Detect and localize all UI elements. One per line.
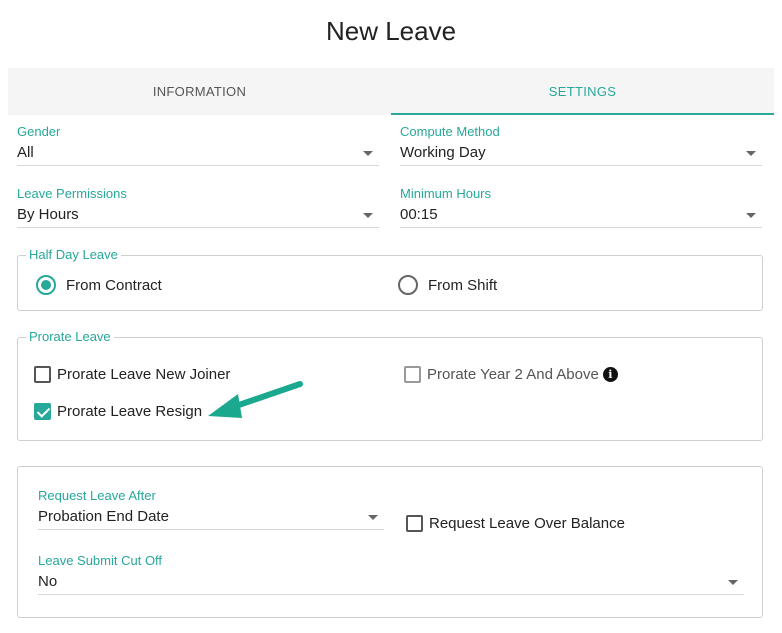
prorate-leave-legend: Prorate Leave	[26, 329, 114, 344]
prorate-resign-label: Prorate Leave Resign	[57, 403, 203, 420]
chevron-down-icon	[746, 151, 756, 156]
radio-from-contract[interactable]: From Contract	[36, 275, 162, 295]
gender-value: All	[17, 144, 34, 161]
checkbox-unchecked-icon[interactable]	[404, 366, 421, 383]
radio-from-contract-label: From Contract	[66, 276, 162, 294]
radio-unselected-icon[interactable]	[398, 275, 418, 295]
leave-permissions-field: Leave Permissions By Hours	[17, 186, 379, 228]
radio-selected-icon[interactable]	[36, 275, 56, 295]
minimum-hours-field: Minimum Hours 00:15	[400, 186, 762, 228]
info-icon[interactable]: i	[602, 367, 618, 382]
leave-submit-cut-off-value: No	[38, 573, 58, 590]
half-day-leave-group: Half Day Leave From Contract From Shift	[17, 247, 763, 311]
checkbox-unchecked-icon[interactable]	[406, 515, 423, 532]
chevron-down-icon	[728, 580, 738, 585]
minimum-hours-label: Minimum Hours	[400, 186, 492, 201]
leave-permissions-label: Leave Permissions	[17, 186, 127, 201]
tab-settings[interactable]: SETTINGS	[391, 68, 774, 115]
leave-submit-cut-off-field: Leave Submit Cut Off No	[38, 553, 744, 595]
gender-label: Gender	[17, 124, 61, 139]
request-leave-after-field: Request Leave After Probation End Date	[38, 488, 384, 530]
page-title: New Leave	[325, 16, 457, 46]
chevron-down-icon	[368, 515, 378, 520]
leave-submit-cut-off-select[interactable]: No	[38, 569, 744, 595]
prorate-leave-group: Prorate Leave Prorate Leave New Joiner P…	[17, 329, 763, 441]
prorate-resign-checkbox[interactable]: Prorate Leave Resign	[34, 403, 202, 420]
compute-method-label: Compute Method	[400, 124, 500, 139]
checkbox-unchecked-icon[interactable]	[34, 366, 51, 383]
radio-from-shift[interactable]: From Shift	[398, 275, 497, 295]
tab-information[interactable]: INFORMATION	[8, 68, 391, 115]
chevron-down-icon	[363, 151, 373, 156]
minimum-hours-select[interactable]: 00:15	[400, 202, 762, 228]
radio-from-shift-label: From Shift	[428, 276, 498, 294]
arrow-annotation-icon	[208, 381, 303, 418]
chevron-down-icon	[746, 213, 756, 218]
gender-field: Gender All	[17, 124, 379, 166]
compute-method-select[interactable]: Working Day	[400, 140, 762, 166]
compute-method-field: Compute Method Working Day	[400, 124, 762, 166]
leave-permissions-value: By Hours	[17, 206, 79, 223]
request-over-balance-checkbox[interactable]: Request Leave Over Balance	[406, 515, 625, 532]
chevron-down-icon	[363, 213, 373, 218]
tab-bar: INFORMATION SETTINGS	[8, 68, 774, 115]
leave-submit-cut-off-label: Leave Submit Cut Off	[38, 553, 163, 568]
request-leave-after-value: Probation End Date	[38, 508, 169, 525]
request-leave-after-select[interactable]: Probation End Date	[38, 504, 384, 530]
checkbox-checked-icon[interactable]	[34, 403, 51, 420]
request-over-balance-label: Request Leave Over Balance	[429, 515, 625, 532]
request-leave-group: Request Leave After Probation End Date R…	[17, 466, 763, 618]
leave-permissions-select[interactable]: By Hours	[17, 202, 379, 228]
request-leave-after-label: Request Leave After	[38, 488, 156, 503]
half-day-leave-legend: Half Day Leave	[26, 247, 121, 262]
prorate-year2-label: Prorate Year 2 And Above	[427, 366, 599, 383]
prorate-year2-checkbox[interactable]: Prorate Year 2 And Above i	[404, 366, 618, 383]
gender-select[interactable]: All	[17, 140, 379, 166]
compute-method-value: Working Day	[400, 144, 486, 161]
minimum-hours-value: 00:15	[400, 206, 438, 223]
